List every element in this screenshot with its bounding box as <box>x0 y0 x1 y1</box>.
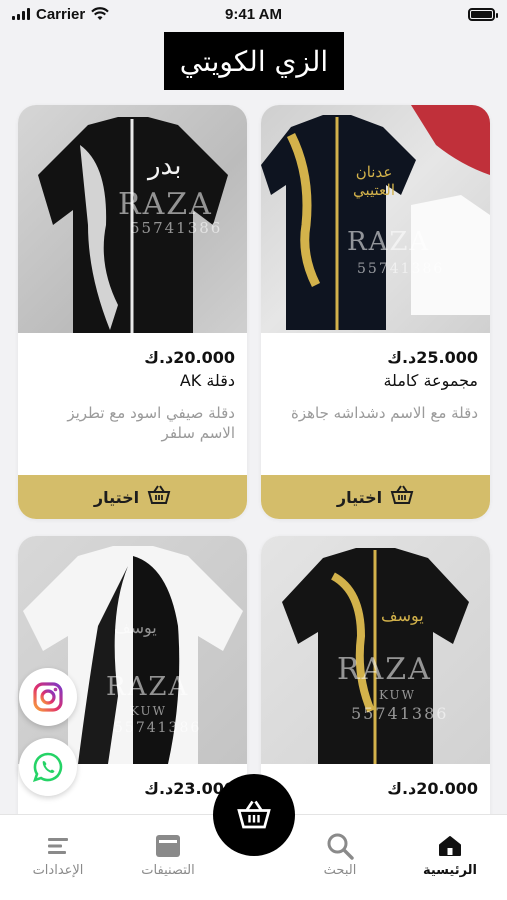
instagram-button[interactable] <box>19 668 77 726</box>
categories-icon <box>156 835 180 857</box>
product-price: 25.000د.ك <box>387 348 478 367</box>
home-icon <box>439 836 461 856</box>
product-image-name: يوسف <box>381 606 424 625</box>
watermark-brand: RAZA <box>106 672 190 702</box>
basket-icon <box>237 800 271 829</box>
watermark-brand: RAZA <box>118 187 213 222</box>
status-left: Carrier <box>12 6 109 23</box>
product-description: دقلة مع الاسم دشداشه جاهزة <box>290 404 478 422</box>
tab-home[interactable]: الرئيسية <box>400 829 500 878</box>
product-image-name: يوسف <box>114 618 157 637</box>
product-info: 20.000د.ك دقلة AK دقلة صيفي اسود مع تطري… <box>18 333 247 443</box>
product-name: دقلة AK <box>179 371 235 390</box>
instagram-icon <box>33 682 63 712</box>
wifi-icon <box>91 7 109 20</box>
app-logo: الزي الكويتي <box>164 32 344 90</box>
select-button[interactable]: اختيار <box>261 475 490 519</box>
select-button[interactable]: اختيار <box>18 475 247 519</box>
watermark-sub: KUW <box>130 704 167 718</box>
product-card[interactable]: بدر RAZA 55741386 20.000د.ك دقلة AK دقلة… <box>18 105 247 519</box>
basket-icon <box>147 485 171 509</box>
watermark-phone: 55741386 <box>114 720 202 736</box>
product-description: دقلة صيفي اسود مع تطريز الاسم سلفر <box>67 404 235 442</box>
product-info: 20.000د.ك <box>261 764 490 800</box>
tab-settings[interactable]: الإعدادات <box>8 829 108 878</box>
watermark-phone: 55741386 <box>357 261 445 277</box>
tab-home-label: الرئيسية <box>422 863 478 878</box>
product-image: عدنان العتيبي RAZA 55741386 <box>261 105 490 333</box>
tab-search-label: البحث <box>323 863 357 878</box>
watermark-brand: RAZA <box>347 227 431 257</box>
carrier-label: Carrier <box>36 5 86 23</box>
product-image: يوسف RAZA KUW 55741386 <box>18 536 247 764</box>
watermark-phone: 55741386 <box>130 219 223 237</box>
whatsapp-icon <box>32 752 63 783</box>
status-time: 9:41 AM <box>225 5 282 23</box>
tab-categories[interactable]: التصنيفات <box>118 829 218 878</box>
product-price: 20.000د.ك <box>387 779 478 798</box>
basket-icon <box>390 485 414 509</box>
product-card[interactable]: يوسف RAZA KUW 55741386 20.000د.ك <box>261 536 490 836</box>
product-image-name: بدر <box>148 151 182 181</box>
select-button-label: اختيار <box>336 487 383 507</box>
status-bar: Carrier 9:41 AM <box>0 0 507 28</box>
search-icon <box>327 833 354 860</box>
settings-icon <box>48 838 68 854</box>
tab-search[interactable]: البحث <box>290 829 390 878</box>
product-card[interactable]: عدنان العتيبي RAZA 55741386 25.000د.ك مج… <box>261 105 490 519</box>
product-info: 25.000د.ك مجموعة كاملة دقلة مع الاسم دشد… <box>261 333 490 423</box>
signal-icon <box>12 8 30 20</box>
tab-categories-label: التصنيفات <box>141 863 195 878</box>
tab-settings-label: الإعدادات <box>32 863 84 878</box>
product-image-name: عدنان العتيبي <box>352 163 396 199</box>
watermark-sub: KUW <box>379 688 416 702</box>
watermark-brand: RAZA <box>337 652 432 687</box>
watermark-phone: 55741386 <box>351 704 449 723</box>
product-image: بدر RAZA 55741386 <box>18 105 247 333</box>
cart-button[interactable] <box>213 774 295 856</box>
product-price: 20.000د.ك <box>144 348 235 367</box>
product-name: مجموعة كاملة <box>383 371 478 390</box>
product-image: يوسف RAZA KUW 55741386 <box>261 536 490 764</box>
battery-icon <box>468 7 498 21</box>
select-button-label: اختيار <box>93 487 140 507</box>
whatsapp-button[interactable] <box>19 738 77 796</box>
